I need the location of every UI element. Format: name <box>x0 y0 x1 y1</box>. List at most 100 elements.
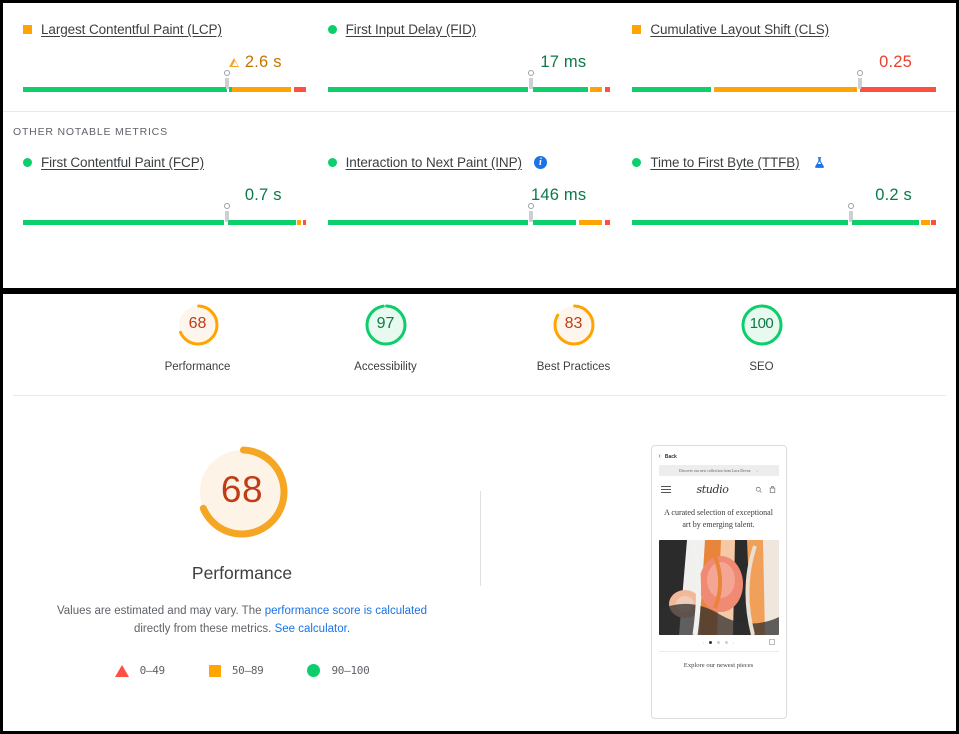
metric-fid-value: 17 ms <box>540 52 587 71</box>
preview-logo: studio <box>696 483 729 496</box>
gauge-accessibility[interactable]: 97 Accessibility <box>331 302 441 373</box>
metric-inp-marker-dot <box>528 203 535 209</box>
page-screenshot-thumbnail[interactable]: ‹ Back Discover our new collection from … <box>650 445 787 719</box>
performance-gauge-large: 68 <box>192 442 292 542</box>
status-dot-icon <box>632 157 642 167</box>
search-icon <box>755 486 762 493</box>
gauge-performance-score: 68 <box>188 315 207 332</box>
carousel-dot-active <box>709 640 712 644</box>
preview-hero-text: A curated selection of exceptional art b… <box>664 508 773 529</box>
gauge-seo-label: SEO <box>749 361 774 373</box>
flask-icon <box>813 156 826 169</box>
circle-icon <box>307 664 321 677</box>
metric-ttfb-value: 0.2 s <box>875 185 912 204</box>
metric-fcp-marker <box>225 211 228 222</box>
gauge-seo-ring: 100 <box>707 302 817 353</box>
info-icon[interactable]: i <box>533 155 547 169</box>
carousel-dot <box>725 640 728 644</box>
hamburger-menu-icon <box>660 484 671 496</box>
status-dot-icon <box>23 157 32 167</box>
gauge-accessibility-ring: 97 <box>331 302 441 353</box>
metric-fid: First Input Delay (FID) 17 ms <box>327 19 633 95</box>
metric-inp-value-row: 146 ms <box>328 180 611 210</box>
performance-detail-row: 68 Performance Values are estimated and … <box>3 396 956 719</box>
metric-inp-title[interactable]: Interaction to Next Paint (INP) <box>346 155 522 170</box>
gauge-accessibility-label: Accessibility <box>354 361 417 373</box>
metric-inp-marker <box>529 211 533 222</box>
gauge-performance-ring: 68 <box>143 302 253 353</box>
screenshot-preview-area: ‹ Back Discover our new collection from … <box>481 442 956 719</box>
preview-nav-icons <box>755 486 776 493</box>
chevron-left-icon: ‹ <box>658 453 661 460</box>
status-dot-icon <box>327 24 337 34</box>
gauge-best-practices-ring: 83 <box>519 302 629 353</box>
metric-fid-marker-dot <box>528 70 535 76</box>
metric-cls-value-row: 0.25 <box>632 47 936 77</box>
metric-cls-bar <box>632 70 936 95</box>
metric-cls-header: Cumulative Layout Shift (CLS) <box>632 19 936 39</box>
carousel-dot <box>717 640 720 644</box>
metric-fid-header: First Input Delay (FID) <box>327 19 611 39</box>
metric-lcp-bar <box>23 70 306 95</box>
gauge-best-practices[interactable]: 83 Best Practices <box>519 302 629 373</box>
see-calculator-link[interactable]: See calculator. <box>275 623 350 635</box>
metric-fcp-marker-dot <box>223 203 230 209</box>
carousel-prev-icon: ‹ <box>702 639 704 645</box>
preview-banner-text: Discover our new collection from Luca De… <box>679 468 751 473</box>
preview-back-button: ‹ Back <box>659 453 779 460</box>
triangle-icon <box>114 664 129 677</box>
score-legend: 0–49 50–89 90–100 <box>3 664 481 677</box>
category-gauges: 68 Performance 97 Accessibility 83 Best … <box>3 294 956 373</box>
performance-description-part1: Values are estimated and may vary. The <box>56 605 265 617</box>
other-notable-metrics-label: OTHER NOTABLE METRICS <box>13 126 168 138</box>
square-icon <box>208 664 221 677</box>
metric-fcp-value: 0.7 s <box>244 185 282 204</box>
performance-score-link[interactable]: performance score is calculated <box>265 605 427 617</box>
metric-cls-marker-dot <box>857 70 864 76</box>
metric-cls: Cumulative Layout Shift (CLS) 0.25 <box>632 19 936 95</box>
preview-back-label: Back <box>664 453 677 460</box>
performance-description: Values are estimated and may vary. The p… <box>47 602 437 638</box>
bag-icon <box>769 486 775 493</box>
gauge-best-practices-score: 83 <box>564 315 583 332</box>
core-web-vitals-panel: Largest Contentful Paint (LCP) 2.6 s Fir… <box>0 0 959 288</box>
metric-ttfb: Time to First Byte (TTFB) 0.2 s <box>632 152 936 228</box>
gauge-seo-score: 100 <box>749 315 774 332</box>
scores-panel: 68 Performance 97 Accessibility 83 Best … <box>0 294 959 734</box>
preview-promo-banner: Discover our new collection from Luca De… <box>658 465 779 476</box>
other-metrics-grid: First Contentful Paint (FCP) 0.7 s Inter… <box>3 138 956 228</box>
status-square-icon <box>632 24 642 34</box>
legend-item-average: 50–89 <box>208 664 264 677</box>
preview-navbar: studio <box>659 483 779 496</box>
gauge-performance-label: Performance <box>164 361 231 373</box>
core-web-vitals-grid: Largest Contentful Paint (LCP) 2.6 s Fir… <box>3 3 956 95</box>
gauge-accessibility-score: 97 <box>376 315 395 332</box>
gauge-seo[interactable]: 100 SEO <box>707 302 817 373</box>
metric-lcp-title[interactable]: Largest Contentful Paint (LCP) <box>41 22 222 37</box>
carousel-next-icon: › <box>733 639 735 645</box>
metric-fid-marker <box>529 78 533 89</box>
legend-range-poor: 0–49 <box>139 664 166 677</box>
metric-lcp-marker-dot <box>223 70 230 76</box>
preview-carousel-controls: ‹ › <box>659 635 779 649</box>
metric-cls-value: 0.25 <box>879 52 912 71</box>
metric-cls-marker <box>858 78 862 89</box>
metric-fcp-title[interactable]: First Contentful Paint (FCP) <box>41 155 204 170</box>
metric-ttfb-value-row: 0.2 s <box>632 180 936 210</box>
performance-title: Performance <box>191 563 293 583</box>
performance-detail: 68 Performance Values are estimated and … <box>3 442 481 677</box>
chevron-right-icon: › <box>756 468 758 473</box>
metric-lcp-value: 2.6 s <box>244 52 282 71</box>
metric-lcp-marker <box>225 78 228 89</box>
metric-inp-value: 146 ms <box>531 185 587 204</box>
gauge-performance[interactable]: 68 Performance <box>143 302 253 373</box>
metric-cls-title[interactable]: Cumulative Layout Shift (CLS) <box>650 22 829 37</box>
preview-artwork-image <box>658 540 779 635</box>
metric-fid-title[interactable]: First Input Delay (FID) <box>346 22 477 37</box>
metric-ttfb-title[interactable]: Time to First Byte (TTFB) <box>650 155 799 170</box>
metric-lcp-header: Largest Contentful Paint (LCP) <box>23 19 306 39</box>
metric-lcp: Largest Contentful Paint (LCP) 2.6 s <box>23 19 328 95</box>
metric-ttfb-header: Time to First Byte (TTFB) <box>632 152 936 172</box>
carousel-expand-icon <box>768 639 775 645</box>
performance-description-part2: directly from these metrics. <box>133 623 275 635</box>
